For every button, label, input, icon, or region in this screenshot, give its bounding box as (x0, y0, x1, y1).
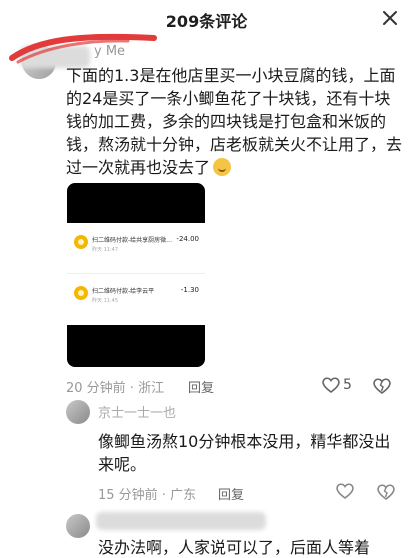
payment-time: 昨天 11:45 (92, 298, 118, 304)
comment-text: 下面的1.3是在他店里买一小块豆腐的钱，上面的24是买了一条小鲫鱼花了十块钱，还… (66, 64, 406, 179)
close-button[interactable] (379, 7, 401, 29)
comment-text: 像鲫鱼汤熬10分钟根本没用，精华都没出来呢。 (98, 432, 391, 474)
avatar[interactable] (66, 514, 90, 538)
payment-title: 扫二维码付款-给共享厨房微… (92, 237, 173, 244)
comment-username[interactable]: 京士一士一也 (98, 402, 176, 421)
payment-row: 扫二维码付款-给李云平 昨天 11:45 -1.30 (67, 274, 205, 325)
comment-username[interactable]: y Me (94, 44, 125, 59)
comment-time-location: 20 分钟前 · 浙江 (66, 381, 165, 396)
comment-text: 没办法啊，人家说可以了，后面人等着 (98, 538, 371, 557)
comment-time-location: 15 分钟前 · 广东 (98, 488, 197, 503)
dislike-button[interactable] (372, 376, 392, 396)
broken-heart-icon (373, 378, 391, 394)
close-icon (383, 11, 397, 25)
payment-amount: -1.30 (180, 286, 199, 294)
comments-panel: 209条评论 y Me 下面的1.3是在他店里买一小块豆腐的钱，上面的24是买了… (0, 0, 413, 558)
avatar[interactable] (66, 400, 90, 424)
payment-coin-icon (74, 286, 88, 300)
payment-amount: -24.00 (176, 235, 199, 243)
like-button[interactable] (335, 481, 355, 501)
reply-button[interactable]: 回复 (218, 484, 244, 503)
comments-header: 209条评论 (0, 0, 413, 36)
attached-screenshot[interactable]: 扫二维码付款-给共享厨房微… 昨天 11:47 -24.00 扫二维码付款-给李… (67, 183, 205, 367)
payment-time: 昨天 11:47 (92, 247, 118, 253)
payment-list: 扫二维码付款-给共享厨房微… 昨天 11:47 -24.00 扫二维码付款-给李… (67, 223, 205, 325)
payment-coin-icon (74, 235, 88, 249)
broken-heart-icon (377, 484, 395, 500)
heart-icon (336, 483, 354, 499)
like-count: 5 (343, 377, 352, 393)
username-redaction (96, 512, 266, 530)
like-button[interactable] (321, 375, 341, 395)
payment-row: 扫二维码付款-给共享厨房微… 昨天 11:47 -24.00 (67, 223, 205, 274)
heart-icon (322, 377, 340, 393)
comment-body: 下面的1.3是在他店里买一小块豆腐的钱，上面的24是买了一条小鲫鱼花了十块钱，还… (66, 66, 403, 177)
reply-button[interactable]: 回复 (188, 377, 214, 396)
dislike-button[interactable] (376, 482, 396, 502)
payment-title: 扫二维码付款-给李云平 (92, 288, 155, 295)
sweat-smile-emoji-icon (213, 158, 232, 176)
comments-count-title: 209条评论 (165, 12, 248, 31)
